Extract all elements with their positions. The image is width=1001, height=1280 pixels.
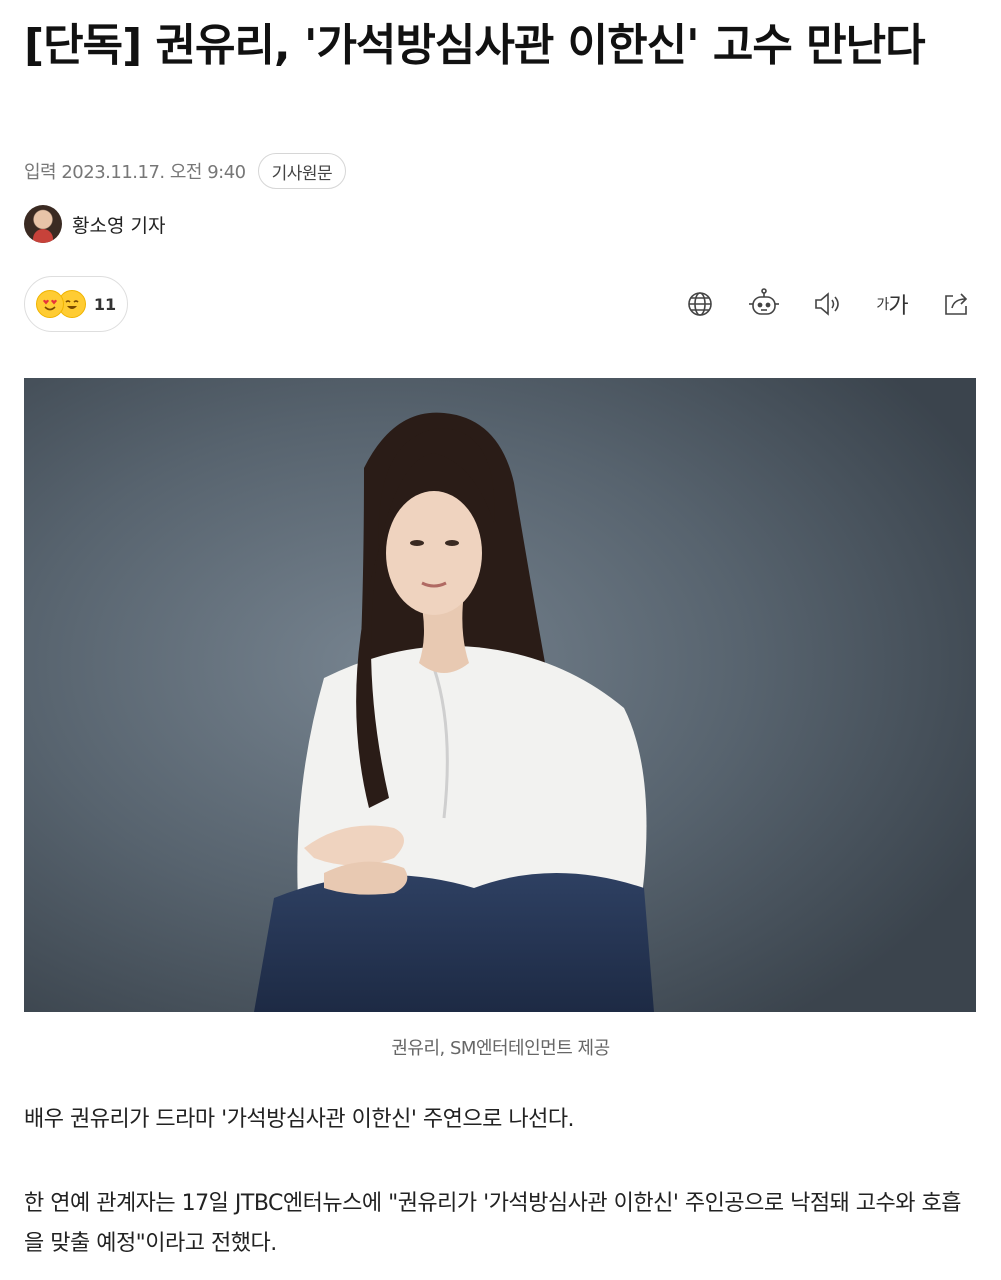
- font-size-large-label: 가: [888, 294, 908, 319]
- article-paragraph-1: 배우 권유리가 드라마 '가석방심사관 이한신' 주연으로 나선다.: [24, 1107, 575, 1132]
- published-info: 입력 2023.11.17. 오전 9:40: [24, 158, 246, 184]
- published-date: 2023.11.17. 오전 9:40: [61, 162, 246, 183]
- font-size-small-label: 가: [876, 297, 889, 313]
- read-aloud-button[interactable]: [809, 285, 847, 323]
- reaction-count: 11: [93, 294, 117, 314]
- article-paragraph-2: 한 연예 관계자는 17일 JTBC엔터뉴스에 "권유리가 '가석방심사관 이한…: [24, 1191, 962, 1256]
- share-icon: [945, 293, 968, 315]
- portrait-illustration: [24, 378, 976, 1012]
- article-toolbar: 가가: [681, 284, 975, 324]
- summary-bot-button[interactable]: [745, 285, 783, 323]
- globe-icon: [688, 292, 712, 316]
- news-article: [단독] 권유리, '가석방심사관 이한신' 고수 만난다 입력 2023.11…: [0, 0, 1001, 1280]
- original-article-button[interactable]: 기사원문: [257, 153, 347, 189]
- article-title: [단독] 권유리, '가석방심사관 이한신' 고수 만난다: [24, 20, 926, 71]
- article-meta: 입력 2023.11.17. 오전 9:40 기사원문: [24, 152, 347, 190]
- reporter-avatar[interactable]: [24, 205, 62, 243]
- reaction-emojis: [35, 290, 88, 318]
- font-size-button[interactable]: 가가: [873, 285, 911, 323]
- article-photo: [24, 378, 976, 1012]
- photo-caption: 권유리, SM엔터테인먼트 제공: [391, 1038, 610, 1059]
- robot-icon: [749, 288, 779, 315]
- share-button[interactable]: [937, 285, 975, 323]
- published-label: 입력: [24, 162, 57, 183]
- heart-eyes-emoji-icon: [35, 290, 64, 318]
- reaction-button[interactable]: 11: [24, 276, 128, 332]
- translate-button[interactable]: [681, 285, 719, 323]
- reporter-name[interactable]: 황소영 기자: [72, 211, 165, 238]
- reporter-byline[interactable]: 황소영 기자: [24, 204, 165, 244]
- speaker-icon: [815, 292, 839, 316]
